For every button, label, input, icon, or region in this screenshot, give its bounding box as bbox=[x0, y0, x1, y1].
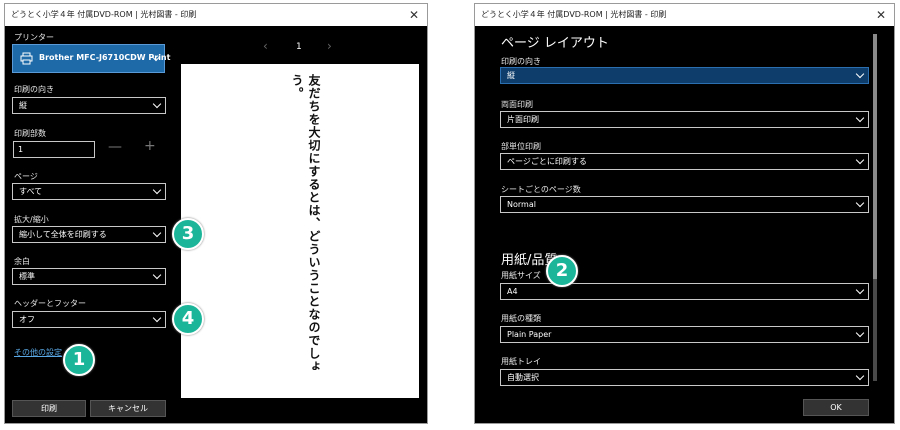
printer-icon bbox=[20, 52, 33, 65]
margins-select[interactable]: 標準 bbox=[12, 268, 166, 285]
paper-tray-value: 自動選択 bbox=[507, 373, 539, 382]
paper-size-value: A4 bbox=[507, 287, 518, 296]
minus-icon[interactable]: — bbox=[108, 139, 122, 155]
pages-label: ページ bbox=[14, 172, 38, 181]
copies-label: 印刷部数 bbox=[14, 129, 46, 138]
layout-heading: ページ レイアウト bbox=[501, 36, 609, 51]
ok-button[interactable]: OK bbox=[803, 399, 869, 416]
print-button[interactable]: 印刷 bbox=[12, 400, 86, 417]
scale-label: 拡大/縮小 bbox=[14, 215, 49, 224]
chevron-down-icon bbox=[855, 155, 865, 165]
orientation-label: 印刷の向き bbox=[501, 57, 541, 66]
header-footer-label: ヘッダーとフッター bbox=[14, 299, 86, 308]
callout-badge-1: 1 bbox=[63, 344, 95, 376]
orientation-label: 印刷の向き bbox=[14, 85, 54, 94]
page-number: 1 bbox=[296, 42, 302, 52]
orientation-value: 縦 bbox=[19, 101, 27, 110]
pages-per-sheet-label: シートごとのページ数 bbox=[501, 185, 581, 194]
paper-type-label: 用紙の種類 bbox=[501, 314, 541, 323]
orientation-value: 縦 bbox=[507, 71, 515, 80]
copies-input[interactable]: 1 bbox=[13, 141, 95, 158]
duplex-label: 両面印刷 bbox=[501, 100, 533, 109]
chevron-down-icon bbox=[152, 270, 162, 280]
paper-type-value: Plain Paper bbox=[507, 330, 552, 339]
scale-value: 縮小して全体を印刷する bbox=[19, 230, 107, 239]
printer-select[interactable]: Brother MFC-J6710CDW Print bbox=[12, 44, 170, 73]
duplex-select[interactable]: 片面印刷 bbox=[500, 111, 869, 128]
pages-value: すべて bbox=[19, 187, 43, 196]
callout-badge-3: 3 bbox=[172, 218, 204, 250]
title-bar: どうとく小学４年 付属DVD-ROM | 光村図書 - 印刷 ✕ bbox=[475, 4, 894, 26]
prev-page-icon[interactable]: ‹ bbox=[263, 39, 268, 53]
pages-select[interactable]: すべて bbox=[12, 183, 166, 200]
chevron-down-icon bbox=[855, 285, 865, 295]
orientation-select[interactable]: 縦 bbox=[12, 97, 166, 114]
callout-badge-4: 4 bbox=[172, 303, 204, 335]
print-preview: 友だちを大切にするとは、どういうことなのでしょう。 bbox=[181, 64, 419, 398]
scrollbar-thumb[interactable] bbox=[873, 34, 877, 279]
collate-label: 部単位印刷 bbox=[501, 142, 541, 151]
close-icon[interactable]: ✕ bbox=[409, 4, 419, 26]
close-icon[interactable]: ✕ bbox=[876, 4, 886, 26]
window-title: どうとく小学４年 付属DVD-ROM | 光村図書 - 印刷 bbox=[11, 10, 197, 19]
orientation-select[interactable]: 縦 bbox=[500, 67, 869, 84]
chevron-down-icon bbox=[855, 113, 865, 123]
paper-tray-select[interactable]: 自動選択 bbox=[500, 369, 869, 386]
print-dialog-more-settings: どうとく小学４年 付属DVD-ROM | 光村図書 - 印刷 ✕ ページ レイア… bbox=[474, 3, 895, 424]
chevron-down-icon bbox=[152, 228, 162, 238]
chevron-down-icon bbox=[152, 313, 162, 323]
printer-label: プリンター bbox=[14, 33, 54, 42]
pages-per-sheet-select[interactable]: Normal bbox=[500, 196, 869, 213]
chevron-down-icon bbox=[152, 99, 162, 109]
preview-text: 友だちを大切にするとは、どういうことなのでしょう。 bbox=[290, 74, 321, 373]
pages-per-sheet-value: Normal bbox=[507, 200, 536, 209]
title-bar: どうとく小学４年 付属DVD-ROM | 光村図書 - 印刷 ✕ bbox=[5, 4, 427, 26]
callout-badge-2: 2 bbox=[546, 255, 578, 287]
paper-tray-label: 用紙トレイ bbox=[501, 357, 541, 366]
chevron-down-icon bbox=[855, 198, 865, 208]
paper-type-select[interactable]: Plain Paper bbox=[500, 326, 869, 343]
more-settings-link[interactable]: その他の設定 bbox=[14, 347, 62, 358]
window-title: どうとく小学４年 付属DVD-ROM | 光村図書 - 印刷 bbox=[481, 10, 667, 19]
collate-value: ページごとに印刷する bbox=[507, 157, 587, 166]
collate-select[interactable]: ページごとに印刷する bbox=[500, 153, 869, 170]
cancel-button[interactable]: キャンセル bbox=[90, 400, 166, 417]
margins-label: 余白 bbox=[14, 257, 30, 266]
chevron-down-icon bbox=[152, 185, 162, 195]
paper-size-label: 用紙サイズ bbox=[501, 271, 541, 280]
printer-name: Brother MFC-J6710CDW Print bbox=[39, 53, 171, 62]
margins-value: 標準 bbox=[19, 272, 35, 281]
header-footer-select[interactable]: オフ bbox=[12, 311, 166, 328]
header-footer-value: オフ bbox=[19, 315, 35, 324]
scale-select[interactable]: 縮小して全体を印刷する bbox=[12, 226, 166, 243]
chevron-down-icon bbox=[855, 69, 865, 79]
plus-icon[interactable]: + bbox=[144, 138, 156, 154]
duplex-value: 片面印刷 bbox=[507, 115, 539, 124]
next-page-icon[interactable]: › bbox=[327, 39, 332, 53]
chevron-down-icon bbox=[855, 328, 865, 338]
chevron-down-icon bbox=[855, 371, 865, 381]
